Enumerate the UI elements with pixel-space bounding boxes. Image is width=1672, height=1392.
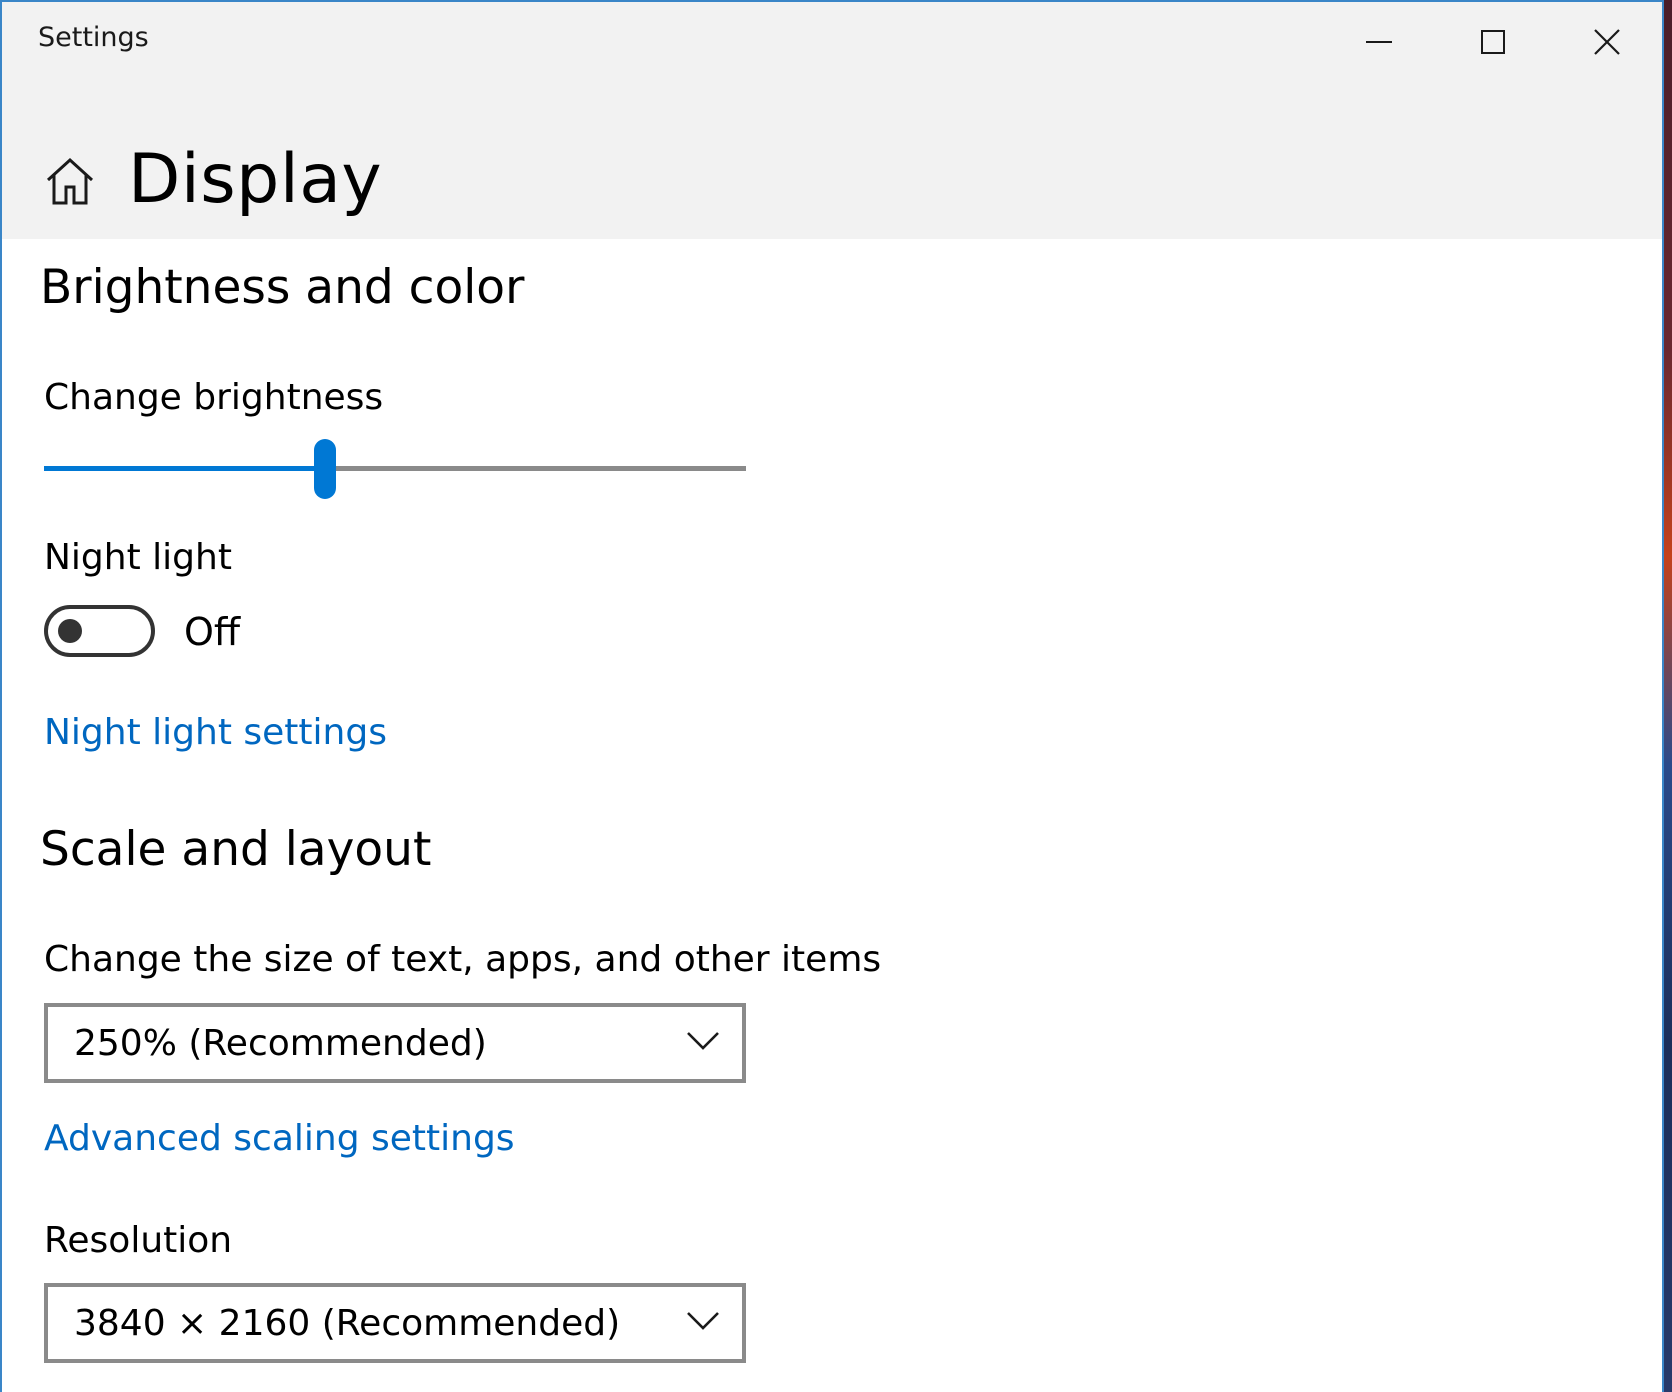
night-light-settings-link[interactable]: Night light settings [44, 712, 387, 753]
brightness-slider[interactable] [44, 434, 746, 504]
page-title: Display [128, 140, 383, 219]
screen: Settings Display Brightness and color Ch… [0, 0, 1672, 1392]
night-light-state: Off [184, 610, 241, 654]
slider-thumb[interactable] [314, 439, 336, 499]
slider-fill [44, 466, 325, 471]
chevron-down-icon [687, 1312, 719, 1330]
advanced-scaling-link[interactable]: Advanced scaling settings [44, 1118, 515, 1159]
scale-dropdown-value: 250% (Recommended) [74, 1023, 487, 1064]
maximize-icon [1481, 30, 1505, 54]
resolution-label: Resolution [44, 1220, 233, 1261]
night-light-toggle[interactable] [44, 605, 155, 657]
night-light-label: Night light [44, 537, 232, 578]
maximize-button[interactable] [1436, 2, 1550, 82]
close-icon [1594, 29, 1620, 55]
scale-section-heading: Scale and layout [40, 822, 432, 877]
brightness-section-heading: Brightness and color [40, 260, 525, 315]
chevron-down-icon [687, 1032, 719, 1050]
close-button[interactable] [1550, 2, 1662, 82]
minimize-button[interactable] [1322, 2, 1436, 82]
size-label: Change the size of text, apps, and other… [44, 939, 882, 980]
minimize-icon [1366, 41, 1392, 43]
toggle-knob [58, 619, 82, 643]
window-title: Settings [38, 22, 149, 53]
resolution-dropdown[interactable]: 3840 × 2160 (Recommended) [44, 1283, 746, 1363]
desktop-background [1664, 0, 1672, 1392]
resolution-dropdown-value: 3840 × 2160 (Recommended) [74, 1303, 621, 1344]
header-area: Settings Display [2, 2, 1662, 239]
home-icon[interactable] [44, 156, 96, 206]
scale-dropdown[interactable]: 250% (Recommended) [44, 1003, 746, 1083]
brightness-label: Change brightness [44, 377, 384, 418]
settings-window: Settings Display Brightness and color Ch… [0, 0, 1664, 1392]
